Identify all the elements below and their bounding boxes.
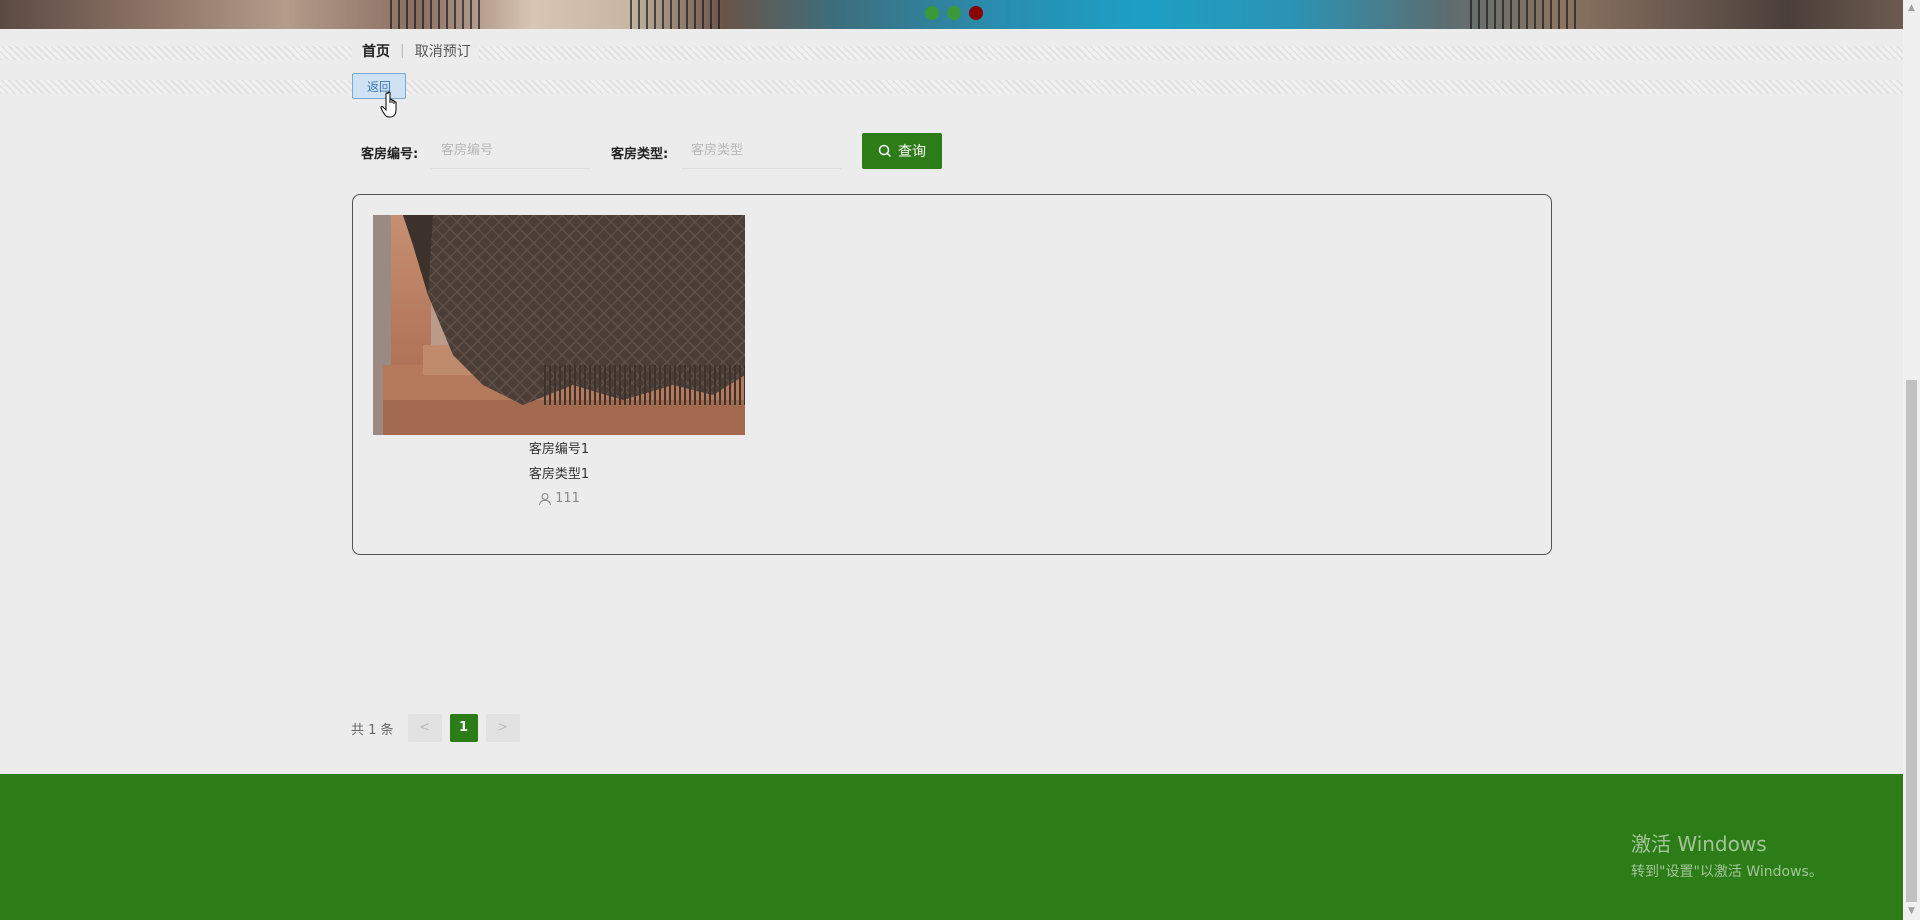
room-no-text: 客房编号1 [528,442,590,457]
banner-railing [1470,0,1580,29]
page-number-current[interactable]: 1 [449,714,478,742]
breadcrumb-separator: | [400,43,405,59]
windows-activation-watermark: 激活 Windows 转到"设置"以激活 Windows。 [1631,828,1823,881]
breadcrumb: 首页 | 取消预订 [352,42,479,60]
watermark-subtitle: 转到"设置"以激活 Windows。 [1631,864,1823,880]
next-page-button[interactable]: > [485,714,520,742]
carousel-dot-active[interactable] [969,6,983,20]
footer [0,774,1903,920]
query-button-label: 查询 [898,144,926,160]
hand-cursor-icon [380,91,397,118]
room-card[interactable]: 客房编号1 客房类型1 111 [373,215,745,506]
room-no-label: 客房编号: [361,147,419,162]
view-count-value: 111 [555,491,580,506]
carousel-dot[interactable] [925,6,939,20]
view-count: 111 [373,491,745,506]
user-icon [539,492,552,505]
vertical-scrollbar[interactable]: ▲ ▼ [1903,0,1920,920]
room-no-input[interactable] [431,133,591,169]
prev-page-button[interactable]: < [407,714,442,742]
scroll-down-arrow-icon[interactable]: ▼ [1903,903,1920,920]
carousel-banner[interactable] [0,0,1903,29]
results-panel: 客房编号1 客房类型1 111 [352,194,1552,555]
search-icon [878,144,892,158]
breadcrumb-current: 取消预订 [414,44,471,60]
carousel-indicators [925,6,983,20]
room-type-text: 客房类型1 [528,467,590,482]
watermark-title: 激活 Windows [1631,832,1767,856]
divider-hatch-bar [0,80,1903,94]
breadcrumb-hatch-bar [0,46,1903,60]
breadcrumb-home-link[interactable]: 首页 [362,41,390,61]
room-type-label: 客房类型: [611,147,669,162]
banner-railing [630,0,720,29]
banner-railing [390,0,480,29]
query-button[interactable]: 查询 [862,133,942,169]
scrollbar-thumb[interactable] [1906,380,1917,902]
room-type-input[interactable] [681,133,841,169]
carousel-dot[interactable] [947,6,961,20]
pagination-total: 共 1 条 [351,722,394,738]
pagination: 共 1 条 < 1 > [351,714,528,742]
room-thumbnail-image[interactable] [373,215,745,435]
scroll-up-arrow-icon[interactable]: ▲ [1903,0,1920,17]
